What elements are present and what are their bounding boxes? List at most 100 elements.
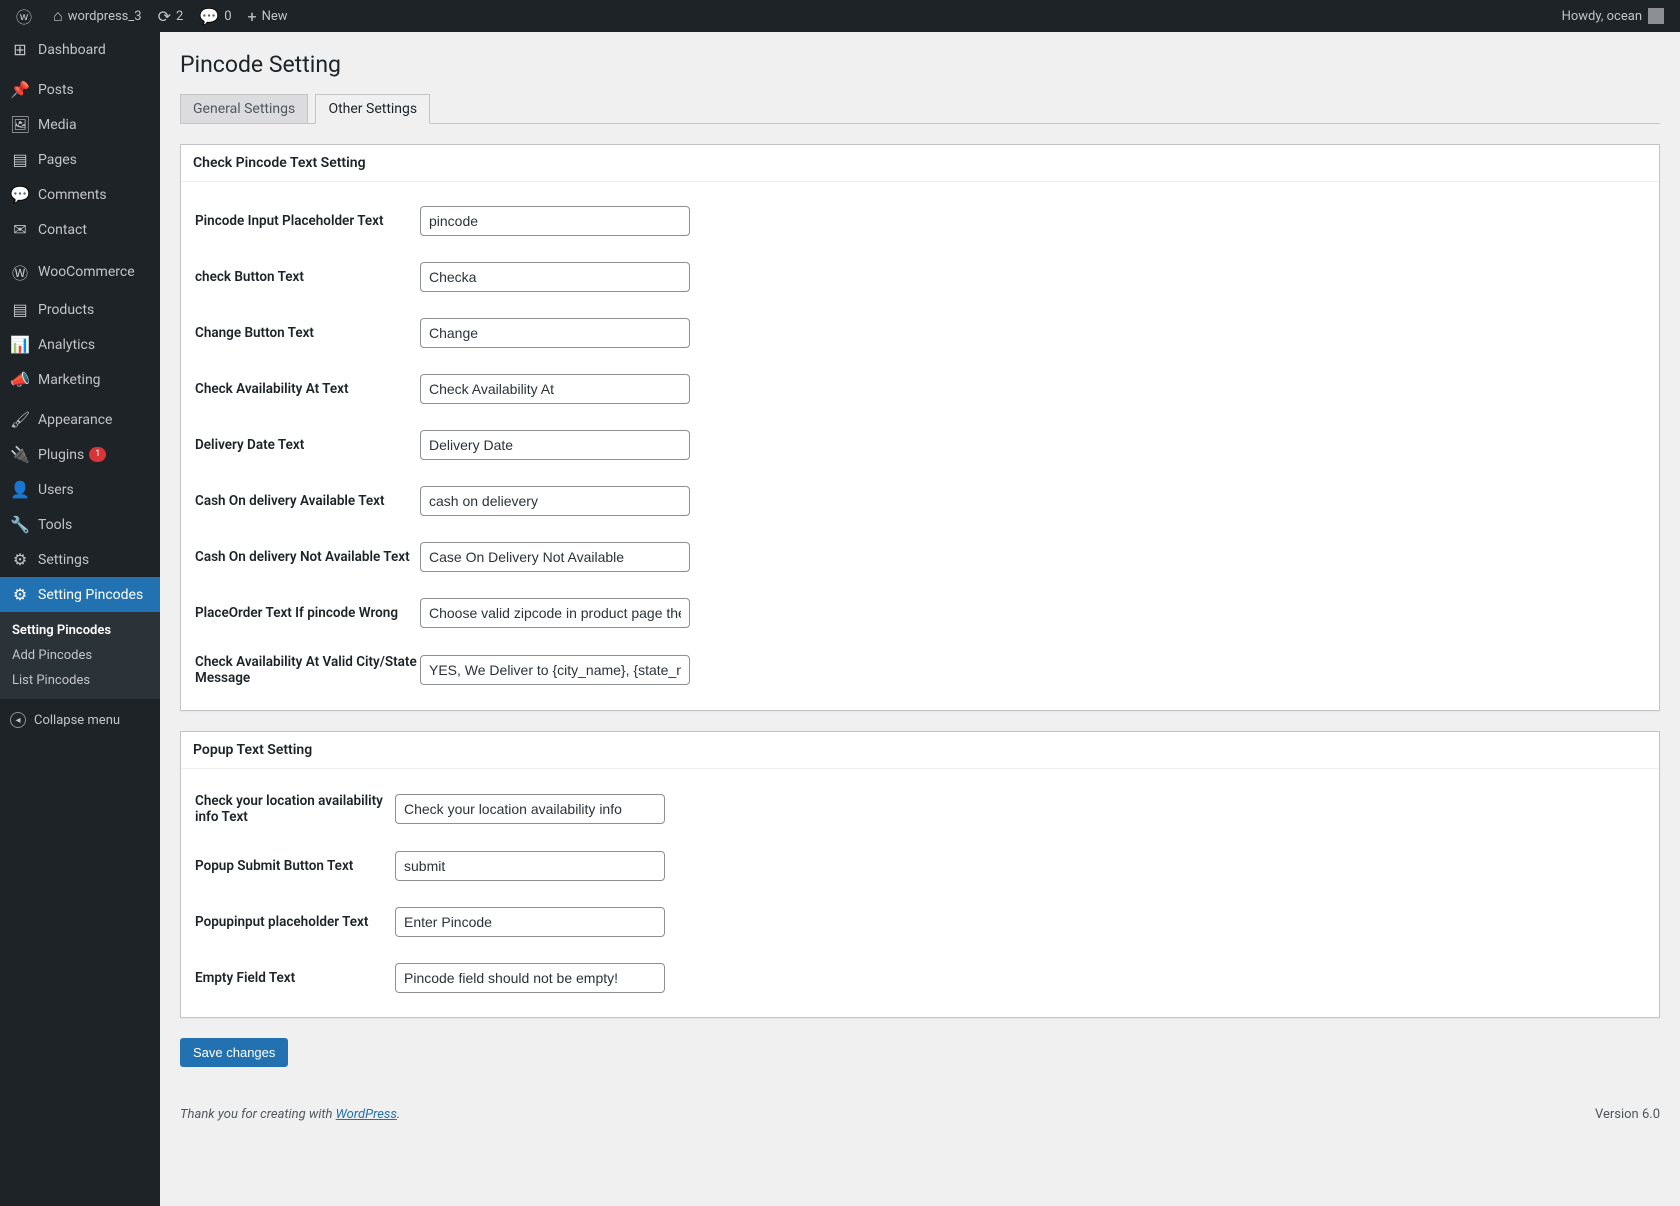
form-row: Popup Submit Button Text — [195, 851, 1645, 881]
tools-icon: 🔧 — [10, 515, 30, 534]
field-label: Popupinput placeholder Text — [195, 914, 395, 930]
comment-icon: 💬 — [199, 7, 219, 26]
form-row: Popupinput placeholder Text — [195, 907, 1645, 937]
field-label: Delivery Date Text — [195, 437, 420, 453]
sidebar-item-users[interactable]: 👤Users — [0, 472, 160, 507]
form-row: Change Button Text — [195, 318, 1645, 348]
settings-icon: ⚙ — [10, 550, 30, 569]
field-label: Cash On delivery Available Text — [195, 493, 420, 509]
sidebar-item-label: Users — [38, 482, 74, 498]
media-icon: 🖼 — [10, 115, 30, 134]
sidebar-item-label: Pages — [38, 152, 77, 168]
sidebar-item-appearance[interactable]: 🖌Appearance — [0, 402, 160, 437]
sidebar-item-settings[interactable]: ⚙Settings — [0, 542, 160, 577]
form-row: check Button Text — [195, 262, 1645, 292]
panel-popup-text: Popup Text Setting Check your location a… — [180, 731, 1660, 1018]
updates-count: 2 — [176, 9, 183, 24]
field-label: Check Availability At Text — [195, 381, 420, 397]
delivery-date-text-input[interactable] — [420, 430, 690, 460]
submenu-item-list-pincodes[interactable]: List Pincodes — [0, 668, 160, 693]
footer-thanks: Thank you for creating with WordPress. — [180, 1107, 400, 1122]
form-row: Check Availability At Text — [195, 374, 1645, 404]
sidebar-item-products[interactable]: ▤Products — [0, 292, 160, 327]
collapse-icon: ◂ — [10, 712, 26, 728]
popupinput-placeholder-text-input[interactable] — [395, 907, 665, 937]
cash-on-delivery-available-text-input[interactable] — [420, 486, 690, 516]
field-label: Popup Submit Button Text — [195, 858, 395, 874]
admin-sidebar: ⊞Dashboard📌Posts🖼Media▤Pages💬Comments✉Co… — [0, 32, 160, 1206]
field-label: check Button Text — [195, 269, 420, 285]
collapse-menu-button[interactable]: ◂ Collapse menu — [0, 704, 160, 736]
panel-header: Popup Text Setting — [181, 732, 1659, 769]
field-label: Check your location availability info Te… — [195, 793, 395, 825]
tab-nav: General Settings Other Settings — [180, 94, 1660, 124]
form-row: Pincode Input Placeholder Text — [195, 206, 1645, 236]
comments-count: 0 — [224, 9, 231, 24]
contact-icon: ✉ — [10, 220, 30, 239]
admin-footer: Thank you for creating with WordPress. V… — [180, 1107, 1660, 1122]
analytics-icon: 📊 — [10, 335, 30, 354]
collapse-label: Collapse menu — [34, 713, 120, 728]
check-availability-at-text-input[interactable] — [420, 374, 690, 404]
pin-icon: 📌 — [10, 80, 30, 99]
site-name: wordpress_3 — [68, 9, 142, 24]
sidebar-item-label: Media — [38, 117, 77, 133]
comments-link[interactable]: 💬0 — [191, 0, 239, 32]
new-label: New — [262, 9, 288, 24]
sidebar-item-posts[interactable]: 📌Posts — [0, 72, 160, 107]
comments-icon: 💬 — [10, 185, 30, 204]
main-content: Pincode Setting General Settings Other S… — [160, 32, 1680, 1206]
site-link[interactable]: ⌂wordpress_3 — [45, 0, 150, 32]
field-label: Pincode Input Placeholder Text — [195, 213, 420, 229]
sidebar-item-pages[interactable]: ▤ Pages — [0, 142, 160, 177]
sidebar-item-setting-pincodes[interactable]: ⚙Setting Pincodes — [0, 577, 160, 612]
change-button-text-input[interactable] — [420, 318, 690, 348]
sidebar-item-comments[interactable]: 💬Comments — [0, 177, 160, 212]
avatar — [1648, 8, 1664, 24]
panel-header: Check Pincode Text Setting — [181, 145, 1659, 182]
account-link[interactable]: Howdy, ocean — [1554, 0, 1672, 32]
placeorder-text-if-pincode-wrong-input[interactable] — [420, 598, 690, 628]
sidebar-item-analytics[interactable]: 📊 Analytics — [0, 327, 160, 362]
pincode-input-placeholder-text-input[interactable] — [420, 206, 690, 236]
form-row: PlaceOrder Text If pincode Wrong — [195, 598, 1645, 628]
sidebar-item-label: Products — [38, 302, 94, 318]
tab-other-settings[interactable]: Other Settings — [315, 94, 430, 124]
sidebar-item-woocommerce[interactable]: ⓌWooCommerce — [0, 252, 160, 292]
sidebar-submenu: Setting PincodesAdd PincodesList Pincode… — [0, 612, 160, 699]
wp-logo[interactable]: ⓦ — [8, 0, 45, 32]
sidebar-item-label: Analytics — [38, 337, 95, 353]
field-label: PlaceOrder Text If pincode Wrong — [195, 605, 420, 621]
pages-icon: ▤ — [10, 150, 30, 169]
wordpress-icon: ⓦ — [16, 4, 32, 28]
sidebar-item-media[interactable]: 🖼 Media — [0, 107, 160, 142]
updates-icon: ⟳ — [158, 7, 171, 26]
check-availability-at-valid-city-state-message-input[interactable] — [420, 655, 690, 685]
field-label: Empty Field Text — [195, 970, 395, 986]
wordpress-link[interactable]: WordPress — [336, 1107, 397, 1122]
save-button[interactable]: Save changes — [180, 1038, 288, 1067]
check-your-location-availability-info-text-input[interactable] — [395, 794, 665, 824]
sidebar-item-tools[interactable]: 🔧Tools — [0, 507, 160, 542]
sidebar-item-plugins[interactable]: 🔌Plugins1 — [0, 437, 160, 472]
empty-field-text-input[interactable] — [395, 963, 665, 993]
form-row: Check Availability At Valid City/State M… — [195, 654, 1645, 686]
submenu-item-setting-pincodes[interactable]: Setting Pincodes — [0, 618, 160, 643]
tab-general-settings[interactable]: General Settings — [180, 94, 308, 123]
sidebar-item-dashboard[interactable]: ⊞Dashboard — [0, 32, 160, 67]
updates-link[interactable]: ⟳2 — [150, 0, 192, 32]
check-button-text-input[interactable] — [420, 262, 690, 292]
form-row: Delivery Date Text — [195, 430, 1645, 460]
sidebar-item-marketing[interactable]: 📣Marketing — [0, 362, 160, 397]
new-link[interactable]: + New — [240, 0, 296, 32]
cash-on-delivery-not-available-text-input[interactable] — [420, 542, 690, 572]
popup-submit-button-text-input[interactable] — [395, 851, 665, 881]
field-label: Cash On delivery Not Available Text — [195, 549, 420, 565]
plus-icon: + — [248, 7, 257, 26]
sidebar-item-label: Appearance — [38, 412, 112, 428]
form-row: Cash On delivery Not Available Text — [195, 542, 1645, 572]
submenu-item-add-pincodes[interactable]: Add Pincodes — [0, 643, 160, 668]
footer-version: Version 6.0 — [1595, 1107, 1660, 1122]
sidebar-item-label: Marketing — [38, 372, 101, 388]
sidebar-item-contact[interactable]: ✉Contact — [0, 212, 160, 247]
